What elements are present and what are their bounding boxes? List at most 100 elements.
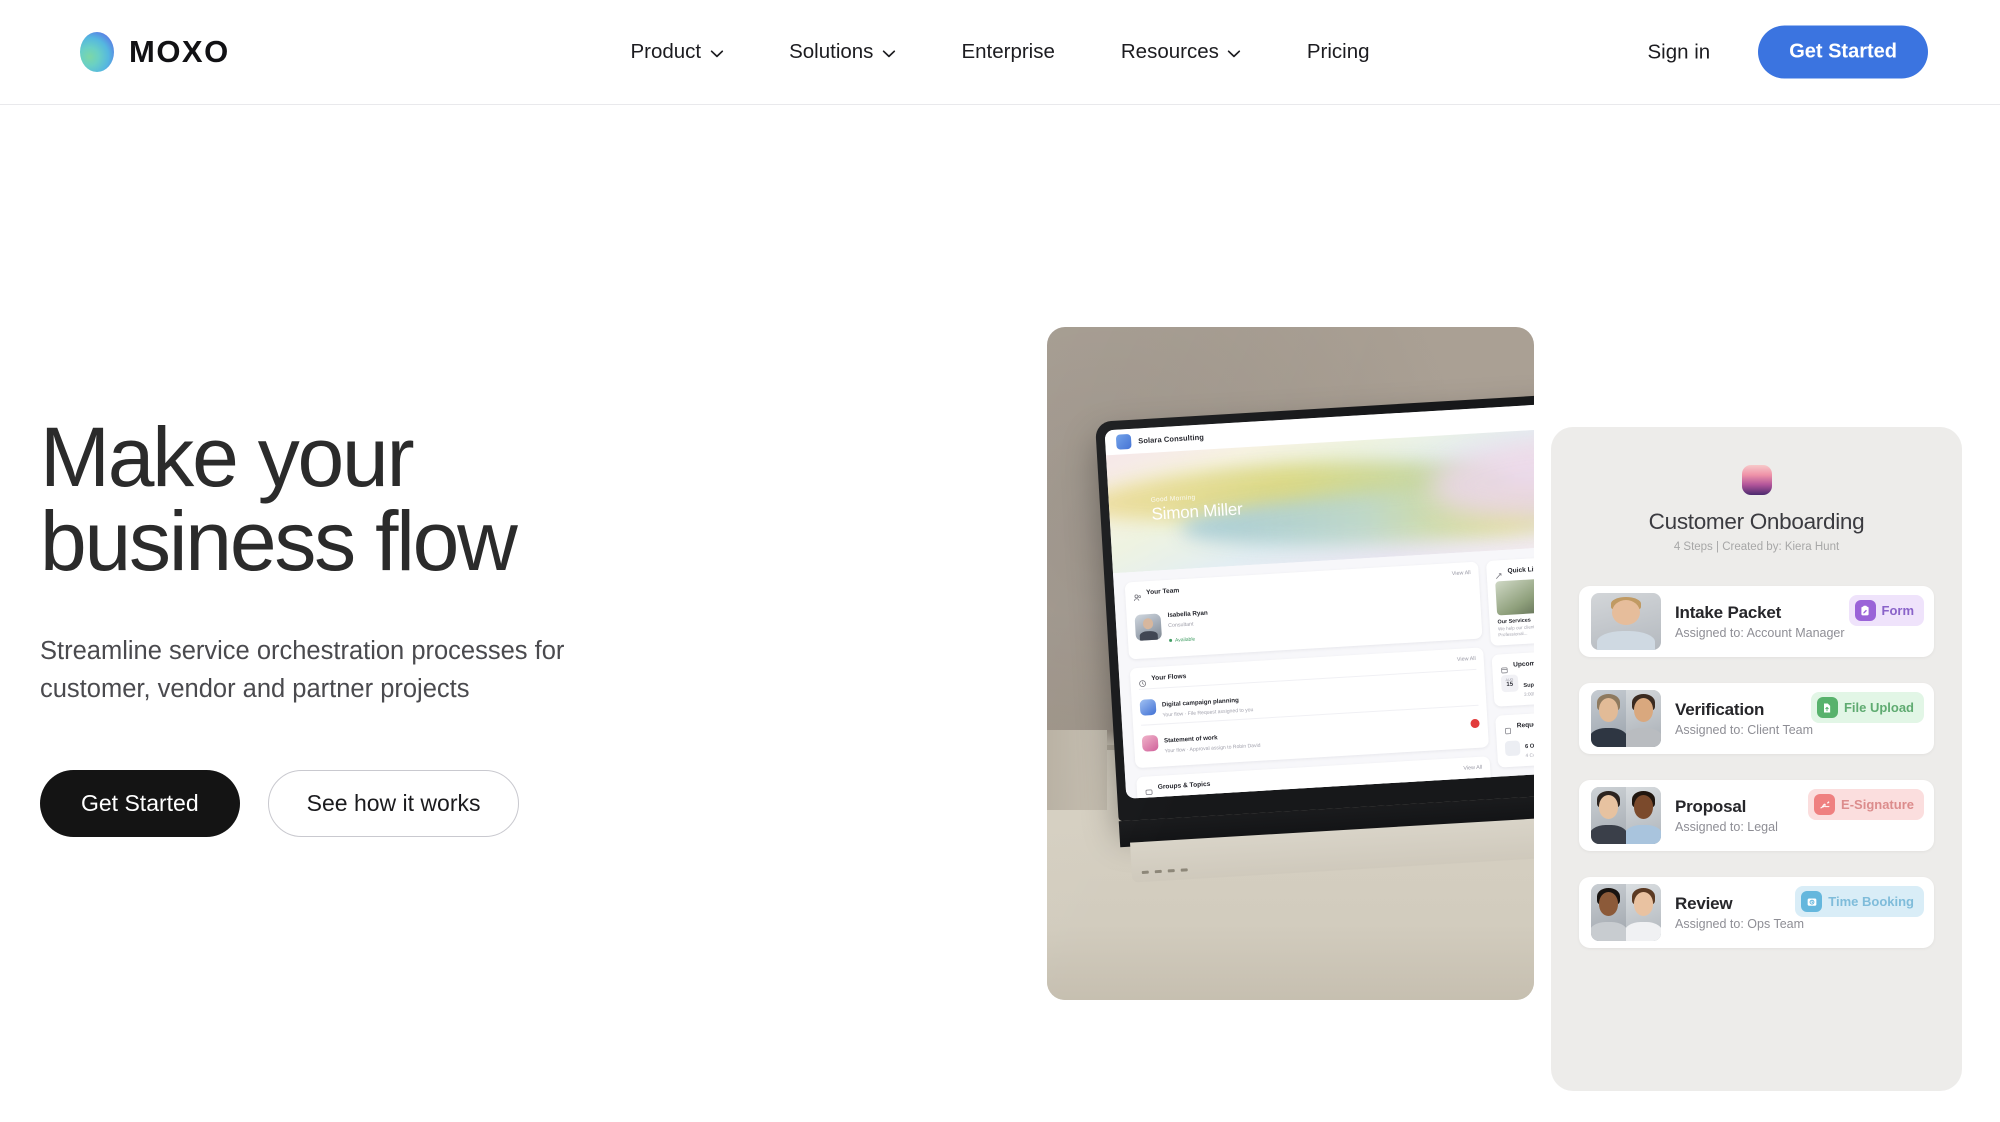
workflow-title: Customer Onboarding <box>1648 509 1865 534</box>
monitor-screen: Solara Consulting Good Morning Simon Mil… <box>1104 400 1534 799</box>
hero-cta-row: Get Started See how it works <box>40 770 720 838</box>
status-badge: Available <box>1168 635 1196 644</box>
meeting-date-chip: AUG 15 <box>1500 674 1519 693</box>
workflow-gradient-icon <box>1741 465 1772 495</box>
badge-label: Form <box>1881 603 1915 618</box>
status-label: Available <box>1174 635 1196 644</box>
chevron-down-icon <box>1228 49 1241 58</box>
nav-item-pricing[interactable]: Pricing <box>1274 40 1403 64</box>
sign-in-link[interactable]: Sign in <box>1648 40 1711 64</box>
monitor-mockup: Solara Consulting Good Morning Simon Mil… <box>1095 391 1534 883</box>
file-upload-icon <box>1816 697 1838 718</box>
flow-title: Statement of work <box>1163 734 1218 745</box>
notification-badge-icon <box>1474 791 1485 799</box>
nav-item-resources[interactable]: Resources <box>1088 40 1274 64</box>
chevron-down-icon <box>710 49 723 58</box>
brand-logo-link[interactable]: MOXO <box>80 32 230 72</box>
workflow-subtitle: 4 Steps | Created by: Kiera Hunt <box>1673 541 1840 553</box>
header-actions: Sign in Get Started <box>1648 25 1928 79</box>
team-card-title: Your Team <box>1145 586 1180 596</box>
form-clipboard-icon <box>1854 600 1876 621</box>
nav-label: Product <box>630 40 702 63</box>
team-view-all[interactable]: View All <box>1452 570 1471 577</box>
flows-icon <box>1138 674 1147 688</box>
step-assignee: Assigned to: Client Team <box>1675 723 1814 737</box>
e-signature-icon <box>1814 794 1836 815</box>
requests-icon <box>1504 722 1512 735</box>
app-logo-icon <box>1115 433 1132 450</box>
flow-icon <box>1141 734 1159 752</box>
primary-navigation: Product Solutions Enterprise Resources P… <box>597 40 1402 64</box>
step-name: Verification <box>1675 700 1765 719</box>
hero-product-photo: Solara Consulting Good Morning Simon Mil… <box>1047 327 1534 1000</box>
hero-get-started-button[interactable]: Get Started <box>40 770 240 838</box>
flows-card-title: Your Flows <box>1151 672 1187 682</box>
flow-icon <box>1139 698 1157 716</box>
step-type-badge: Time Booking <box>1795 886 1924 917</box>
support-icon <box>1507 783 1515 796</box>
nav-label: Enterprise <box>961 40 1055 63</box>
header-get-started-button[interactable]: Get Started <box>1758 25 1928 79</box>
quick-links-title: Quick Links <box>1507 565 1534 575</box>
flow-title: Digital campaign planning <box>1161 696 1239 709</box>
step-assignee: Assigned to: Legal <box>1675 820 1778 834</box>
groups-card-title: Groups & Topics <box>1157 780 1211 791</box>
quick-link-thumbnail[interactable] <box>1495 578 1534 616</box>
workflow-panel: Customer Onboarding 4 Steps | Created by… <box>1551 427 1962 1091</box>
requests-card: Requests 6 Open Requests 4 Complete <box>1495 709 1534 769</box>
flow-meta: Your flow · File Request assigned to you <box>1162 707 1254 719</box>
calendar-icon <box>1500 661 1508 674</box>
site-header: MOXO Product Solutions Enterprise Resour… <box>0 0 2000 105</box>
time-booking-icon <box>1801 891 1823 912</box>
request-count: 6 Open Requests <box>1524 742 1534 751</box>
request-sub: 4 Complete <box>1525 752 1534 760</box>
avatar <box>1591 884 1661 941</box>
notification-badge-icon <box>1470 718 1480 729</box>
step-name: Proposal <box>1675 797 1747 816</box>
step-name: Intake Packet <box>1675 603 1782 622</box>
quick-links-thumbnails <box>1495 575 1534 616</box>
workflow-step-card[interactable]: Review Assigned to: Ops Team Time Bookin… <box>1579 877 1934 948</box>
support-title: Get Support <box>1520 781 1534 791</box>
avatar <box>1134 612 1162 641</box>
upcoming-meetings-card: Upcoming Meetings AUG 15 Supplier Contra… <box>1491 648 1534 708</box>
workflow-step-card[interactable]: Intake Packet Assigned to: Account Manag… <box>1579 586 1934 657</box>
groups-view-all[interactable]: View All <box>1463 765 1482 772</box>
app-body: Your Team View All Isabella Ryan Consult… <box>1112 543 1534 799</box>
nav-label: Solutions <box>789 40 874 63</box>
meeting-day: 15 <box>1506 682 1514 689</box>
nav-item-enterprise[interactable]: Enterprise <box>928 40 1087 64</box>
team-icon <box>1133 589 1142 602</box>
app-main-column: Your Team View All Isabella Ryan Consult… <box>1124 561 1497 799</box>
page-title: Make your business flow <box>40 415 720 583</box>
flows-view-all[interactable]: View All <box>1457 656 1476 663</box>
nav-item-product[interactable]: Product <box>597 40 756 64</box>
hero-copy: Make your business flow Streamline servi… <box>40 415 720 838</box>
meetings-title: Upcoming Meetings <box>1512 658 1534 669</box>
hero-subheading: Streamline service orchestration process… <box>40 637 565 703</box>
badge-label: Time Booking <box>1828 894 1914 909</box>
step-type-badge: File Upload <box>1810 692 1924 723</box>
your-flows-card: Your Flows View All Digital campaign pla… <box>1129 647 1489 769</box>
chevron-down-icon <box>882 49 896 58</box>
avatar <box>1591 690 1661 747</box>
requests-title: Requests <box>1516 720 1534 730</box>
status-dot-icon <box>1168 638 1173 642</box>
nav-label: Resources <box>1120 40 1219 63</box>
badge-label: E-Signature <box>1841 797 1914 812</box>
workflow-step-card[interactable]: Proposal Assigned to: Legal E-Signature <box>1579 780 1934 851</box>
monitor-bezel: Solara Consulting Good Morning Simon Mil… <box>1095 391 1534 848</box>
request-icon <box>1504 740 1521 757</box>
workflow-step-card[interactable]: Verification Assigned to: Client Team Fi… <box>1579 683 1934 754</box>
app-side-column: Quick Links Our Services We help our cli… <box>1485 554 1534 799</box>
photo-shelf-side <box>1047 730 1107 810</box>
headline-line-2: business flow <box>40 494 518 588</box>
your-team-card: Your Team View All Isabella Ryan Consult… <box>1124 561 1483 660</box>
team-member-role: Consultant <box>1168 621 1194 630</box>
headline-line-1: Make your <box>40 410 415 504</box>
get-support-card: Get Support General Support Ready to con… <box>1498 770 1534 799</box>
hero-see-how-it-works-button[interactable]: See how it works <box>267 770 520 838</box>
quick-link-text: We help our client with Professional... <box>1497 624 1534 638</box>
step-assignee: Assigned to: Ops Team <box>1675 917 1805 931</box>
nav-item-solutions[interactable]: Solutions <box>756 40 928 64</box>
